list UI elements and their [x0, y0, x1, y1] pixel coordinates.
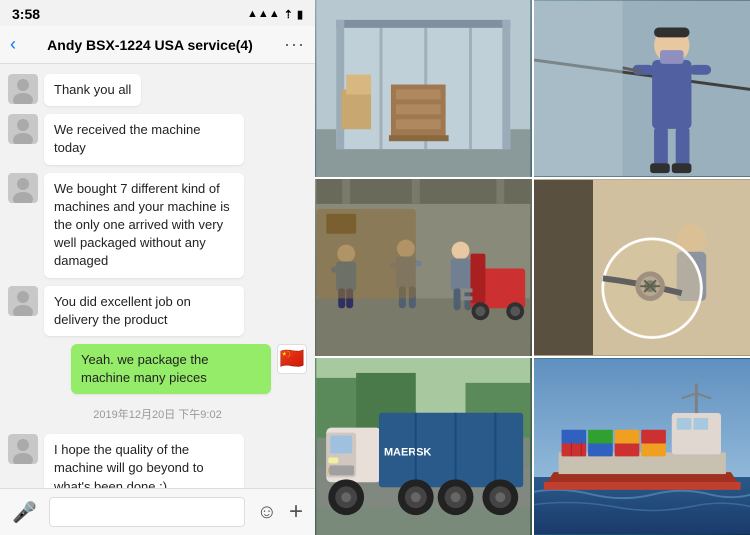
- message-bubble: You did excellent job on delivery the pr…: [44, 286, 244, 336]
- signal-icon: ▲▲▲: [247, 8, 280, 20]
- message-row-sent: 🇨🇳 Yeah. we package the machine many pie…: [8, 344, 307, 394]
- timestamp: 2019年12月20日 下午9:02: [8, 406, 307, 422]
- status-time: 3:58: [12, 6, 40, 22]
- message-bubble: I hope the quality of the machine will g…: [44, 434, 244, 488]
- message-row: We received the machine today: [8, 114, 307, 164]
- message-bubble: Thank you all: [44, 74, 141, 106]
- wifi-icon: ⇡: [284, 8, 293, 21]
- status-bar: 3:58 ▲▲▲ ⇡ ▮: [0, 0, 315, 26]
- battery-icon: ▮: [297, 8, 303, 21]
- svg-text:MAERSK: MAERSK: [384, 446, 431, 458]
- avatar: [8, 114, 38, 144]
- avatar: [8, 74, 38, 104]
- photo-container-interior[interactable]: [315, 0, 532, 177]
- more-button[interactable]: ···: [284, 34, 305, 55]
- messages-area: Thank you all We received the machine to…: [0, 64, 315, 488]
- message-row: We bought 7 different kind of machines a…: [8, 173, 307, 278]
- voice-button[interactable]: 🎤: [12, 500, 37, 525]
- chat-panel: 3:58 ▲▲▲ ⇡ ▮ ‹ Andy BSX-1224 USA service…: [0, 0, 315, 535]
- photo-worker[interactable]: [534, 0, 750, 177]
- photo-maersk-truck[interactable]: MAERSK: [315, 358, 532, 535]
- back-button[interactable]: ‹: [10, 34, 16, 55]
- chat-header: ‹ Andy BSX-1224 USA service(4) ···: [0, 26, 315, 64]
- photo-container-ship[interactable]: [534, 358, 750, 535]
- add-button[interactable]: +: [289, 498, 303, 526]
- chat-title: Andy BSX-1224 USA service(4): [24, 37, 276, 53]
- avatar-flag: 🇨🇳: [277, 344, 307, 374]
- message-row: I hope the quality of the machine will g…: [8, 434, 307, 488]
- status-icons: ▲▲▲ ⇡ ▮: [247, 8, 303, 21]
- photo-closeup-detail[interactable]: [534, 179, 750, 356]
- chat-footer: 🎤 ☺ +: [0, 488, 315, 535]
- photos-panel: MAERSK: [315, 0, 750, 535]
- photo-loading-warehouse[interactable]: [315, 179, 532, 356]
- message-row: Thank you all: [8, 74, 307, 106]
- message-row: You did excellent job on delivery the pr…: [8, 286, 307, 336]
- message-bubble-sent: Yeah. we package the machine many pieces: [71, 344, 271, 394]
- message-input[interactable]: [49, 497, 245, 527]
- message-bubble: We received the machine today: [44, 114, 244, 164]
- avatar: [8, 434, 38, 464]
- avatar: [8, 173, 38, 203]
- emoji-button[interactable]: ☺: [257, 501, 277, 524]
- message-bubble: We bought 7 different kind of machines a…: [44, 173, 244, 278]
- avatar: [8, 286, 38, 316]
